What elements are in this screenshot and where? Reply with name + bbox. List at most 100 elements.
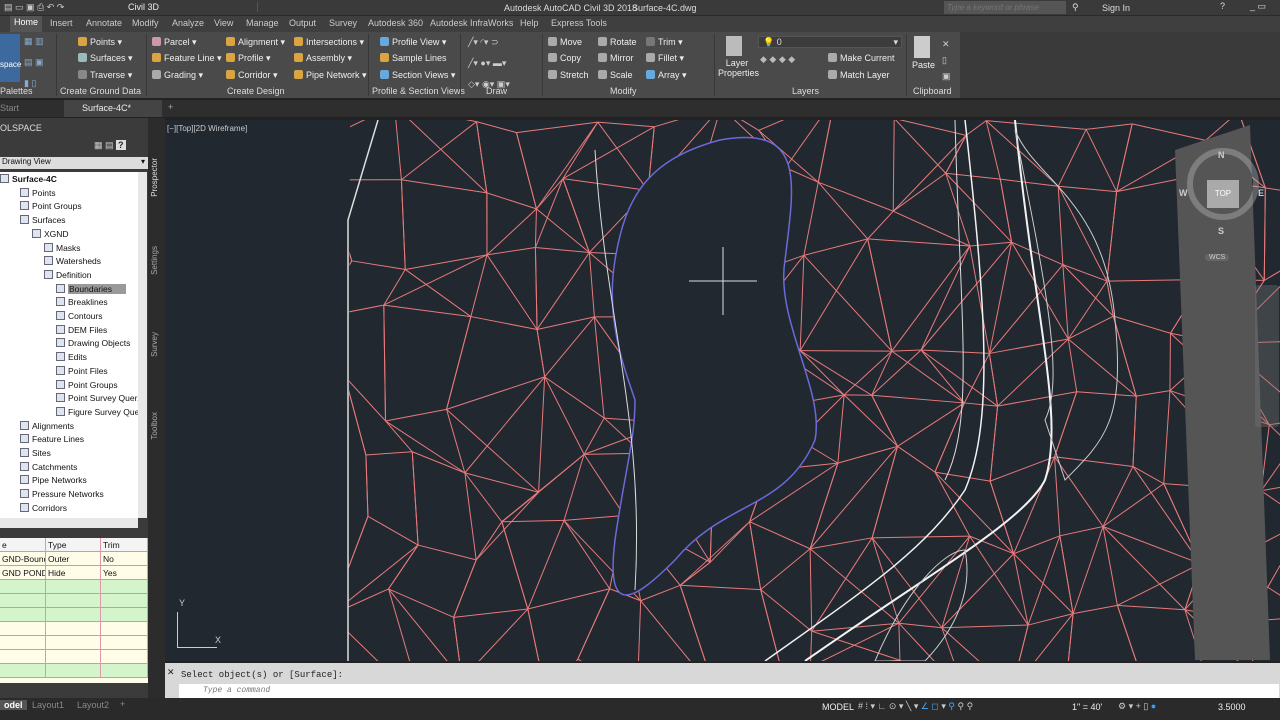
grid-cell[interactable]: [101, 608, 148, 622]
tree-item[interactable]: Alignments: [20, 420, 74, 431]
grid-cell[interactable]: GND POND I: [0, 566, 46, 580]
tab-prospector[interactable]: Prospector: [150, 158, 159, 197]
layer-dropdown[interactable]: 💡 0 ▾: [758, 36, 902, 48]
tab-express-tools[interactable]: Express Tools: [551, 18, 607, 28]
tree-item[interactable]: Point Survey Quer...: [56, 393, 144, 403]
grid-cell[interactable]: [46, 664, 101, 678]
grid-cell[interactable]: [101, 622, 148, 636]
palette-icons[interactable]: ▦ ▥ ▤ ▣ ▮ ▯: [24, 36, 44, 89]
grid-cell[interactable]: [0, 664, 46, 678]
tree-item[interactable]: Feature Lines: [20, 434, 84, 444]
move-button[interactable]: Move: [548, 37, 582, 47]
status-tools[interactable]: ⚙ ▾ + ▯ ●: [1118, 701, 1156, 712]
layer-properties-button[interactable]: Layer Properties: [718, 58, 759, 78]
wcs-menu[interactable]: WCS: [1205, 254, 1230, 261]
grid-header[interactable]: Trim: [101, 538, 148, 552]
tab-layout2[interactable]: Layout2: [77, 700, 109, 710]
tab-autodesk-360[interactable]: Autodesk 360: [368, 18, 423, 28]
tree-item[interactable]: Pipe Networks: [20, 475, 87, 485]
grid-cell[interactable]: [0, 594, 46, 608]
grid-header[interactable]: e: [0, 538, 46, 552]
tab-survey[interactable]: Survey: [329, 18, 357, 28]
tab-toolbox[interactable]: Toolbox: [150, 412, 159, 440]
elevation-value[interactable]: 3.5000: [1218, 702, 1246, 712]
grid-cell[interactable]: Outer: [46, 552, 101, 566]
grid-cell[interactable]: [0, 580, 46, 594]
grid-cell[interactable]: Yes: [101, 566, 148, 580]
tree-item[interactable]: Edits: [56, 352, 87, 362]
close-command-icon[interactable]: ✕: [167, 667, 175, 678]
alignment-button[interactable]: Alignment ▾: [226, 37, 285, 48]
tree-item[interactable]: Catchments: [20, 461, 77, 472]
toolspace-toolbar[interactable]: ▦ ▤ ?: [94, 140, 126, 151]
panel-draw[interactable]: Draw: [486, 86, 507, 96]
grid-cell[interactable]: [0, 622, 46, 636]
tab-start[interactable]: Start: [0, 103, 19, 113]
annotation-scale[interactable]: 1" = 40': [1072, 702, 1102, 712]
panel-palettes[interactable]: Palettes: [0, 86, 33, 96]
quick-access-toolbar[interactable]: ▤ ▭ ▣ ⎙ ↶ ↷: [4, 2, 64, 13]
section-views-button[interactable]: Section Views ▾: [380, 70, 455, 81]
compass-e[interactable]: E: [1258, 188, 1264, 198]
status-toggles[interactable]: # ⁞ ▾ ∟ ⊙ ▾ ╲ ▾ ∠ ◻ ▾ ⚲ ⚲ ⚲: [858, 701, 973, 712]
match-layer-button[interactable]: Match Layer: [828, 70, 890, 80]
corridor-button[interactable]: Corridor ▾: [226, 70, 278, 81]
tab-annotate[interactable]: Annotate: [86, 18, 122, 28]
tree-item[interactable]: Breaklines: [56, 297, 108, 307]
grid-cell[interactable]: [101, 636, 148, 650]
tab-infraworks[interactable]: Autodesk InfraWorks: [430, 18, 513, 28]
tree-hscrollbar[interactable]: [0, 518, 138, 528]
tree-item[interactable]: Figure Survey Que...: [56, 406, 146, 417]
new-tab-button[interactable]: +: [168, 102, 173, 112]
navigation-bar[interactable]: [1255, 285, 1279, 427]
grid-cell[interactable]: Hide: [46, 566, 101, 580]
points-button[interactable]: Points ▾: [78, 37, 122, 48]
tab-model[interactable]: odel: [0, 700, 27, 710]
tree-item[interactable]: Surfaces: [20, 215, 66, 225]
help-icon[interactable]: ?: [1220, 1, 1225, 11]
compass-w[interactable]: W: [1179, 188, 1188, 198]
panel-modify[interactable]: Modify: [610, 86, 637, 96]
pipe-network-button[interactable]: Pipe Network ▾: [294, 70, 367, 81]
search-input[interactable]: [944, 1, 1066, 14]
tree-item[interactable]: Points: [20, 187, 56, 198]
grid-cell[interactable]: [0, 608, 46, 622]
panel-layers[interactable]: Layers: [792, 86, 819, 96]
paste-button[interactable]: Paste: [912, 60, 935, 70]
tab-layout1[interactable]: Layout1: [32, 700, 64, 710]
tree-item[interactable]: Masks: [44, 242, 81, 253]
tab-settings[interactable]: Settings: [150, 246, 159, 275]
surfaces-button[interactable]: Surfaces ▾: [78, 53, 133, 64]
tree-item[interactable]: Watersheds: [44, 256, 101, 266]
tab-modify[interactable]: Modify: [132, 18, 159, 28]
compass-s[interactable]: S: [1218, 226, 1224, 236]
feature-line-button[interactable]: Feature Line ▾: [152, 53, 222, 64]
intersections-button[interactable]: Intersections ▾: [294, 37, 364, 48]
parcel-button[interactable]: Parcel ▾: [152, 37, 197, 48]
tree-item[interactable]: XGND: [32, 228, 69, 239]
grading-button[interactable]: Grading ▾: [152, 70, 203, 81]
tab-home[interactable]: Home: [10, 16, 43, 32]
tree-item[interactable]: Point Files: [56, 365, 108, 376]
tree-item[interactable]: Definition: [44, 269, 91, 280]
tree-item[interactable]: Drawing Objects: [56, 338, 130, 348]
grid-cell[interactable]: [0, 650, 46, 664]
grid-cell[interactable]: [46, 594, 101, 608]
tab-surface-4c[interactable]: Surface-4C*: [64, 100, 162, 117]
compass-n[interactable]: N: [1218, 150, 1225, 160]
add-layout-button[interactable]: +: [120, 699, 125, 709]
tree-item[interactable]: Contours: [56, 311, 103, 321]
grid-cell[interactable]: [46, 580, 101, 594]
traverse-button[interactable]: Traverse ▾: [78, 70, 132, 81]
tab-manage[interactable]: Manage: [246, 18, 279, 28]
panel-create-design[interactable]: Create Design: [227, 86, 285, 96]
grid-cell[interactable]: No: [101, 552, 148, 566]
tab-insert[interactable]: Insert: [50, 18, 73, 28]
workspace-select[interactable]: Civil 3D: [128, 2, 258, 12]
grid-cell[interactable]: [0, 636, 46, 650]
tree-item[interactable]: Boundaries: [56, 283, 127, 294]
toolspace-button[interactable]: space: [0, 34, 21, 82]
draw-tools[interactable]: ╱▾ ◜▾ ⊃ ╱▾ ●▾ ▬▾ ◇▾ ◉▾ ▣▾: [468, 37, 510, 90]
drawing-canvas[interactable]: [−][Top][2D Wireframe] N S E W TOP WCS Y…: [165, 120, 1280, 661]
tree-item[interactable]: Point Groups: [20, 201, 82, 211]
